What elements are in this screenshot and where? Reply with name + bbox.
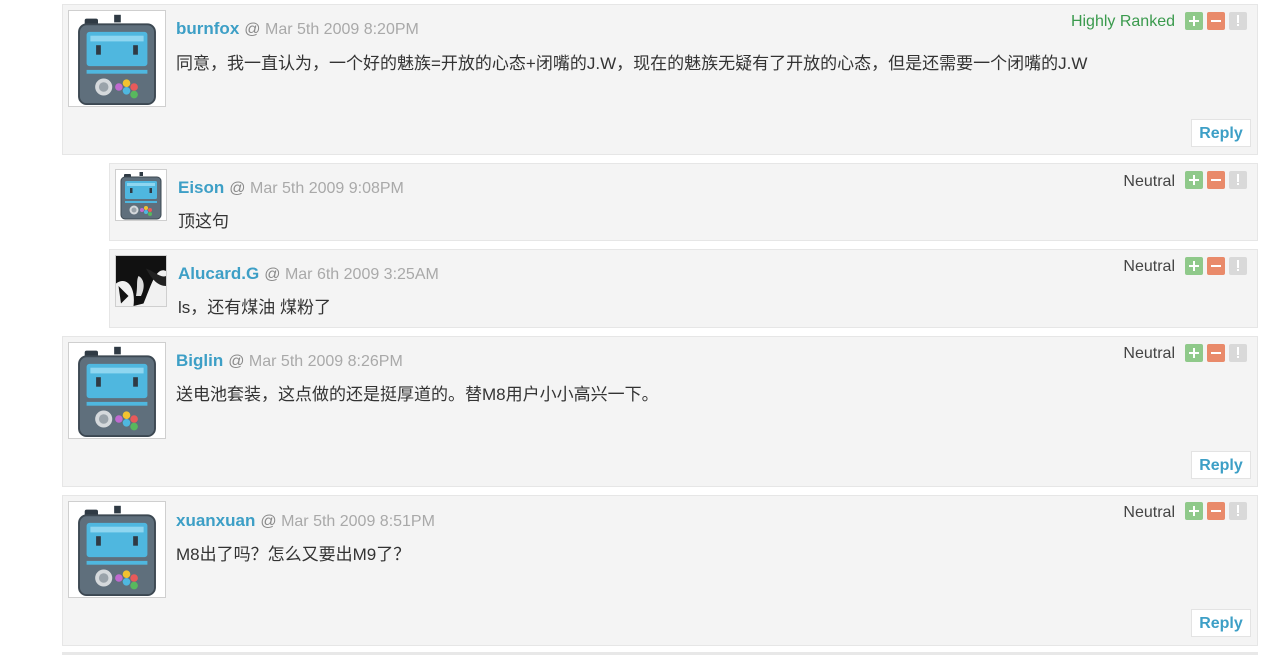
portrait-avatar-icon: [116, 256, 166, 306]
at-sign: @: [244, 21, 261, 38]
reply-button[interactable]: Reply: [1191, 119, 1251, 147]
device-avatar-icon: [69, 502, 165, 597]
device-avatar-icon: [69, 11, 165, 106]
rank-label: Neutral: [1123, 345, 1175, 362]
device-avatar-icon: [116, 170, 166, 220]
avatar[interactable]: [68, 10, 166, 107]
rank-label: Neutral: [1123, 258, 1175, 275]
rank-label: Neutral: [1123, 504, 1175, 521]
rank-label: Highly Ranked: [1070, 13, 1175, 30]
comment-item: Biglin @ Mar 5th 2009 8:26PM 送电池套装，这点做的还是…: [62, 336, 1258, 487]
comment-item: burnfox @ Mar 5th 2009 8:20PM 同意，我一直认为，一个…: [62, 4, 1258, 155]
author-name[interactable]: Eison: [178, 178, 224, 197]
reply-button[interactable]: Reply: [1191, 609, 1251, 637]
vote-up-icon[interactable]: [1185, 344, 1203, 362]
flag-icon[interactable]: [1229, 502, 1247, 520]
timestamp: Mar 5th 2009 9:08PM: [250, 180, 404, 197]
comment-body: M8出了吗？怎么又要出M9了？: [176, 545, 411, 564]
flag-icon[interactable]: [1229, 12, 1247, 30]
flag-icon[interactable]: [1229, 171, 1247, 189]
author-name[interactable]: xuanxuan: [176, 511, 255, 530]
device-avatar-icon: [69, 343, 165, 438]
vote-down-icon[interactable]: [1207, 12, 1225, 30]
at-sign: @: [264, 266, 281, 283]
comment-body: 顶这句: [178, 212, 229, 231]
avatar[interactable]: [115, 255, 167, 307]
timestamp: Mar 5th 2009 8:51PM: [281, 513, 435, 530]
vote-down-icon[interactable]: [1207, 257, 1225, 275]
avatar[interactable]: [115, 169, 167, 221]
timestamp: Mar 5th 2009 8:26PM: [248, 353, 403, 370]
flag-icon[interactable]: [1229, 257, 1247, 275]
vote-down-icon[interactable]: [1207, 502, 1225, 520]
at-sign: @: [228, 353, 245, 370]
vote-down-icon[interactable]: [1207, 344, 1225, 362]
comment-item: Eison @ Mar 5th 2009 9:08PM 顶这句 Neutral: [109, 163, 1258, 241]
flag-icon[interactable]: [1229, 344, 1247, 362]
timestamp: Mar 6th 2009 3:25AM: [284, 266, 439, 283]
vote-up-icon[interactable]: [1185, 171, 1203, 189]
vote-down-icon[interactable]: [1207, 171, 1225, 189]
author-name[interactable]: Alucard.G: [178, 264, 259, 283]
vote-up-icon[interactable]: [1185, 257, 1203, 275]
reply-button[interactable]: Reply: [1191, 451, 1251, 479]
comment-body: 送电池套装，这点做的还是挺厚道的。替M8用户小小高兴一下。: [176, 385, 659, 404]
avatar[interactable]: [68, 501, 166, 598]
author-name[interactable]: burnfox: [176, 19, 239, 38]
rank-label: Neutral: [1123, 173, 1175, 190]
author-name[interactable]: Biglin: [176, 351, 223, 370]
at-sign: @: [260, 513, 277, 530]
at-sign: @: [229, 180, 246, 197]
comment-body: 同意，我一直认为，一个好的魅族=开放的心态+闭嘴的J.W，现在的魅族无疑有了开放…: [176, 54, 1088, 73]
vote-up-icon[interactable]: [1185, 502, 1203, 520]
vote-up-icon[interactable]: [1185, 12, 1203, 30]
timestamp: Mar 5th 2009 8:20PM: [264, 21, 419, 38]
avatar[interactable]: [68, 342, 166, 439]
comment-item: xuanxuan @ Mar 5th 2009 8:51PM M8出了吗？怎么又要…: [62, 495, 1258, 646]
comment-item: Alucard.G @ Mar 6th 2009 3:25AM ls，还有煤油 煤…: [109, 249, 1258, 328]
comment-body: ls，还有煤油 煤粉了: [178, 298, 331, 317]
